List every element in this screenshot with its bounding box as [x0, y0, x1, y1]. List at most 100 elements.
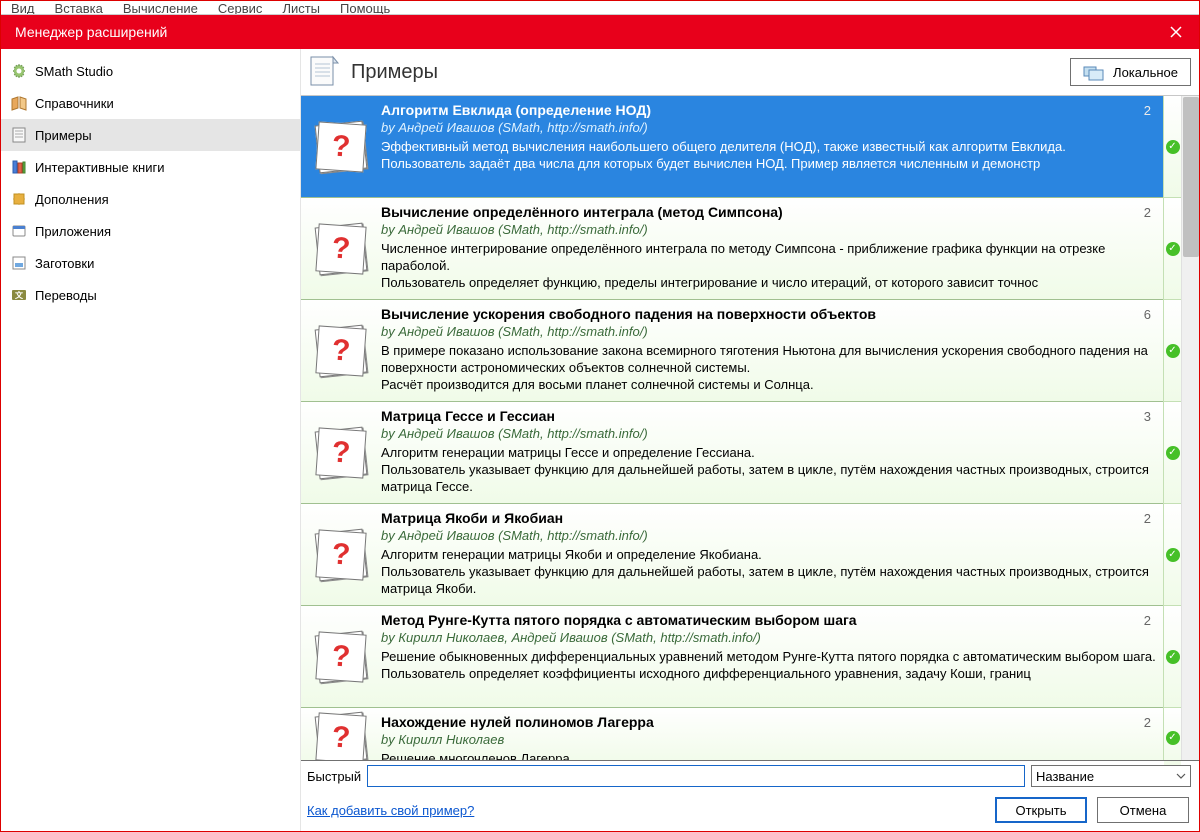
- item-description: Численное интегрирование определённого и…: [381, 241, 1157, 292]
- gear-icon: [11, 63, 27, 79]
- translate-icon: 文: [11, 287, 27, 303]
- document-icon: [11, 127, 27, 143]
- books-icon: [11, 159, 27, 175]
- item-count: 2: [1138, 715, 1157, 730]
- location-button-label: Локальное: [1113, 65, 1178, 80]
- list-item[interactable]: ?Вычисление ускорения свободного падения…: [301, 300, 1163, 402]
- menu-help[interactable]: Помощь: [340, 1, 390, 15]
- sidebar-item-translations[interactable]: 文 Переводы: [1, 279, 300, 311]
- app-icon: [11, 223, 27, 239]
- item-title: Вычисление ускорения свободного падения …: [381, 306, 1138, 322]
- quick-search-label: Быстрый: [307, 769, 361, 784]
- menu-insert[interactable]: Вставка: [55, 1, 103, 15]
- book-icon: [11, 95, 27, 111]
- item-description: Решение многочленов Лагерра: [381, 751, 1157, 760]
- sidebar-item-label: Заготовки: [35, 256, 94, 271]
- item-title: Метод Рунге-Кутта пятого порядка с автом…: [381, 612, 1138, 628]
- item-count: 2: [1138, 205, 1157, 220]
- close-button[interactable]: [1153, 15, 1199, 49]
- sidebar-item-apps[interactable]: Приложения: [1, 215, 300, 247]
- status-ok-icon: ✓: [1164, 198, 1181, 300]
- item-author: by Кирилл Николаев, Андрей Ивашов (SMath…: [381, 630, 1157, 645]
- sidebar-item-handbooks[interactable]: Справочники: [1, 87, 300, 119]
- sidebar: SMath Studio Справочники Примеры Интерак…: [1, 49, 301, 831]
- item-title: Матрица Гессе и Гессиан: [381, 408, 1138, 424]
- sidebar-item-label: Переводы: [35, 288, 97, 303]
- item-title: Нахождение нулей полиномов Лагерра: [381, 714, 1138, 730]
- location-button[interactable]: Локальное: [1070, 58, 1191, 86]
- menu-calc[interactable]: Вычисление: [123, 1, 198, 15]
- folders-icon: [1083, 63, 1105, 81]
- item-icon: ?: [301, 300, 381, 401]
- search-bar: Быстрый Название: [301, 760, 1199, 791]
- list-item[interactable]: ?Нахождение нулей полиномов Лагерра2 by К…: [301, 708, 1163, 760]
- item-icon: ?: [301, 504, 381, 605]
- item-icon: ?: [301, 402, 381, 503]
- open-button[interactable]: Открыть: [995, 797, 1087, 823]
- scroll-thumb[interactable]: [1183, 97, 1199, 257]
- list-item[interactable]: ?Матрица Якоби и Якобиан2 by Андрей Ивашо…: [301, 504, 1163, 606]
- status-ok-icon: ✓: [1164, 300, 1181, 402]
- item-title: Алгоритм Евклида (определение НОД): [381, 102, 1138, 118]
- svg-text:文: 文: [15, 290, 24, 300]
- sidebar-item-smath[interactable]: SMath Studio: [1, 55, 300, 87]
- item-count: 6: [1138, 307, 1157, 322]
- item-description: Решение обыкновенных дифференциальных ур…: [381, 649, 1157, 683]
- examples-list: ?Алгоритм Евклида (определение НОД)2by А…: [301, 96, 1163, 760]
- status-ok-icon: ✓: [1164, 504, 1181, 606]
- status-ok-icon: ✓: [1164, 606, 1181, 708]
- item-count: 2: [1138, 613, 1157, 628]
- puzzle-icon: [11, 191, 27, 207]
- item-description: Алгоритм генерации матрицы Якоби и опред…: [381, 547, 1157, 598]
- status-ok-icon: ✓: [1164, 708, 1181, 768]
- window-title: Менеджер расширений: [15, 24, 167, 40]
- status-ok-icon: ✓: [1164, 96, 1181, 198]
- item-count: 3: [1138, 409, 1157, 424]
- item-icon: ?: [301, 198, 381, 299]
- sidebar-item-label: Приложения: [35, 224, 111, 239]
- item-description: Эффективный метод вычисления наибольшего…: [381, 139, 1157, 173]
- item-title: Матрица Якоби и Якобиан: [381, 510, 1138, 526]
- footer: Как добавить свой пример? Открыть Отмена: [301, 791, 1199, 831]
- sidebar-item-templates[interactable]: Заготовки: [1, 247, 300, 279]
- chevron-down-icon: [1176, 773, 1186, 779]
- list-item[interactable]: ?Матрица Гессе и Гессиан3by Андрей Ивашо…: [301, 402, 1163, 504]
- menu-service[interactable]: Сервис: [218, 1, 263, 15]
- menubar: Вид Вставка Вычисление Сервис Листы Помо…: [1, 1, 1199, 15]
- menu-sheets[interactable]: Листы: [282, 1, 320, 15]
- search-field-combo[interactable]: Название: [1031, 765, 1191, 787]
- item-count: 2: [1138, 103, 1157, 118]
- item-author: by Андрей Ивашов (SMath, http://smath.in…: [381, 528, 1157, 543]
- menu-view[interactable]: Вид: [11, 1, 35, 15]
- content-header: Примеры Локальное: [301, 49, 1199, 96]
- item-description: В примере показано использование закона …: [381, 343, 1157, 394]
- sidebar-item-label: Дополнения: [35, 192, 109, 207]
- sidebar-item-examples[interactable]: Примеры: [1, 119, 300, 151]
- item-author: by Кирилл Николаев: [381, 732, 1157, 747]
- sidebar-item-label: Интерактивные книги: [35, 160, 164, 175]
- combo-value: Название: [1036, 769, 1094, 784]
- item-author: by Андрей Ивашов (SMath, http://smath.in…: [381, 222, 1157, 237]
- sidebar-item-label: Справочники: [35, 96, 114, 111]
- sidebar-item-label: Примеры: [35, 128, 92, 143]
- status-column: ✓✓✓✓✓✓✓: [1163, 96, 1181, 760]
- page-title: Примеры: [351, 61, 1060, 84]
- search-input[interactable]: [367, 765, 1025, 787]
- item-icon: ?: [301, 708, 381, 760]
- list-item[interactable]: ?Вычисление определённого интеграла (мет…: [301, 198, 1163, 300]
- scrollbar[interactable]: [1181, 96, 1199, 760]
- list-item[interactable]: ?Метод Рунге-Кутта пятого порядка с авто…: [301, 606, 1163, 708]
- sidebar-item-label: SMath Studio: [35, 64, 113, 79]
- titlebar: Менеджер расширений: [1, 15, 1199, 49]
- cancel-button[interactable]: Отмена: [1097, 797, 1189, 823]
- item-count: 2: [1138, 511, 1157, 526]
- sidebar-item-books[interactable]: Интерактивные книги: [1, 151, 300, 183]
- list-item[interactable]: ?Алгоритм Евклида (определение НОД)2 by А…: [301, 96, 1163, 198]
- item-icon: ?: [301, 96, 381, 197]
- sidebar-item-extensions[interactable]: Дополнения: [1, 183, 300, 215]
- item-title: Вычисление определённого интеграла (мето…: [381, 204, 1138, 220]
- item-icon: ?: [301, 606, 381, 707]
- item-author: by Андрей Ивашов (SMath, http://smath.in…: [381, 120, 1157, 135]
- add-example-link[interactable]: Как добавить свой пример?: [307, 803, 985, 818]
- item-author: by Андрей Ивашов (SMath, http://smath.in…: [381, 324, 1157, 339]
